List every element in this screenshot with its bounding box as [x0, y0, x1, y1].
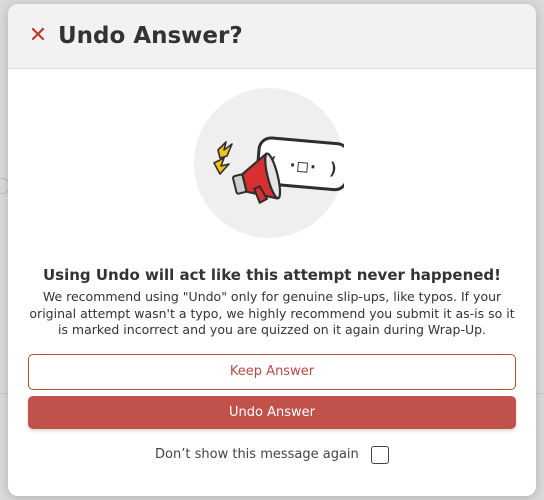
illustration-graphic: ( ·□· )	[213, 136, 344, 204]
close-icon[interactable]: ✕	[26, 21, 50, 51]
undo-answer-dialog: ✕ Undo Answer? ( ·□· ) Using Undo will a…	[8, 4, 536, 496]
dont-show-again-checkbox[interactable]	[370, 446, 389, 464]
dialog-header: ✕ Undo Answer?	[8, 4, 536, 69]
keep-answer-button[interactable]: Keep Answer	[28, 354, 516, 390]
dialog-body-text: We recommend using "Undo" only for genui…	[29, 289, 515, 337]
undo-answer-button[interactable]: Undo Answer	[28, 396, 516, 429]
dialog-title: Undo Answer?	[58, 23, 243, 49]
dont-show-again-row: Don’t show this message again	[8, 445, 536, 465]
megaphone-speech-bubble-icon: ( ·□· )	[194, 88, 344, 238]
dont-show-again-label: Don’t show this message again	[155, 447, 359, 462]
dialog-headline: Using Undo will act like this attempt ne…	[42, 266, 501, 284]
